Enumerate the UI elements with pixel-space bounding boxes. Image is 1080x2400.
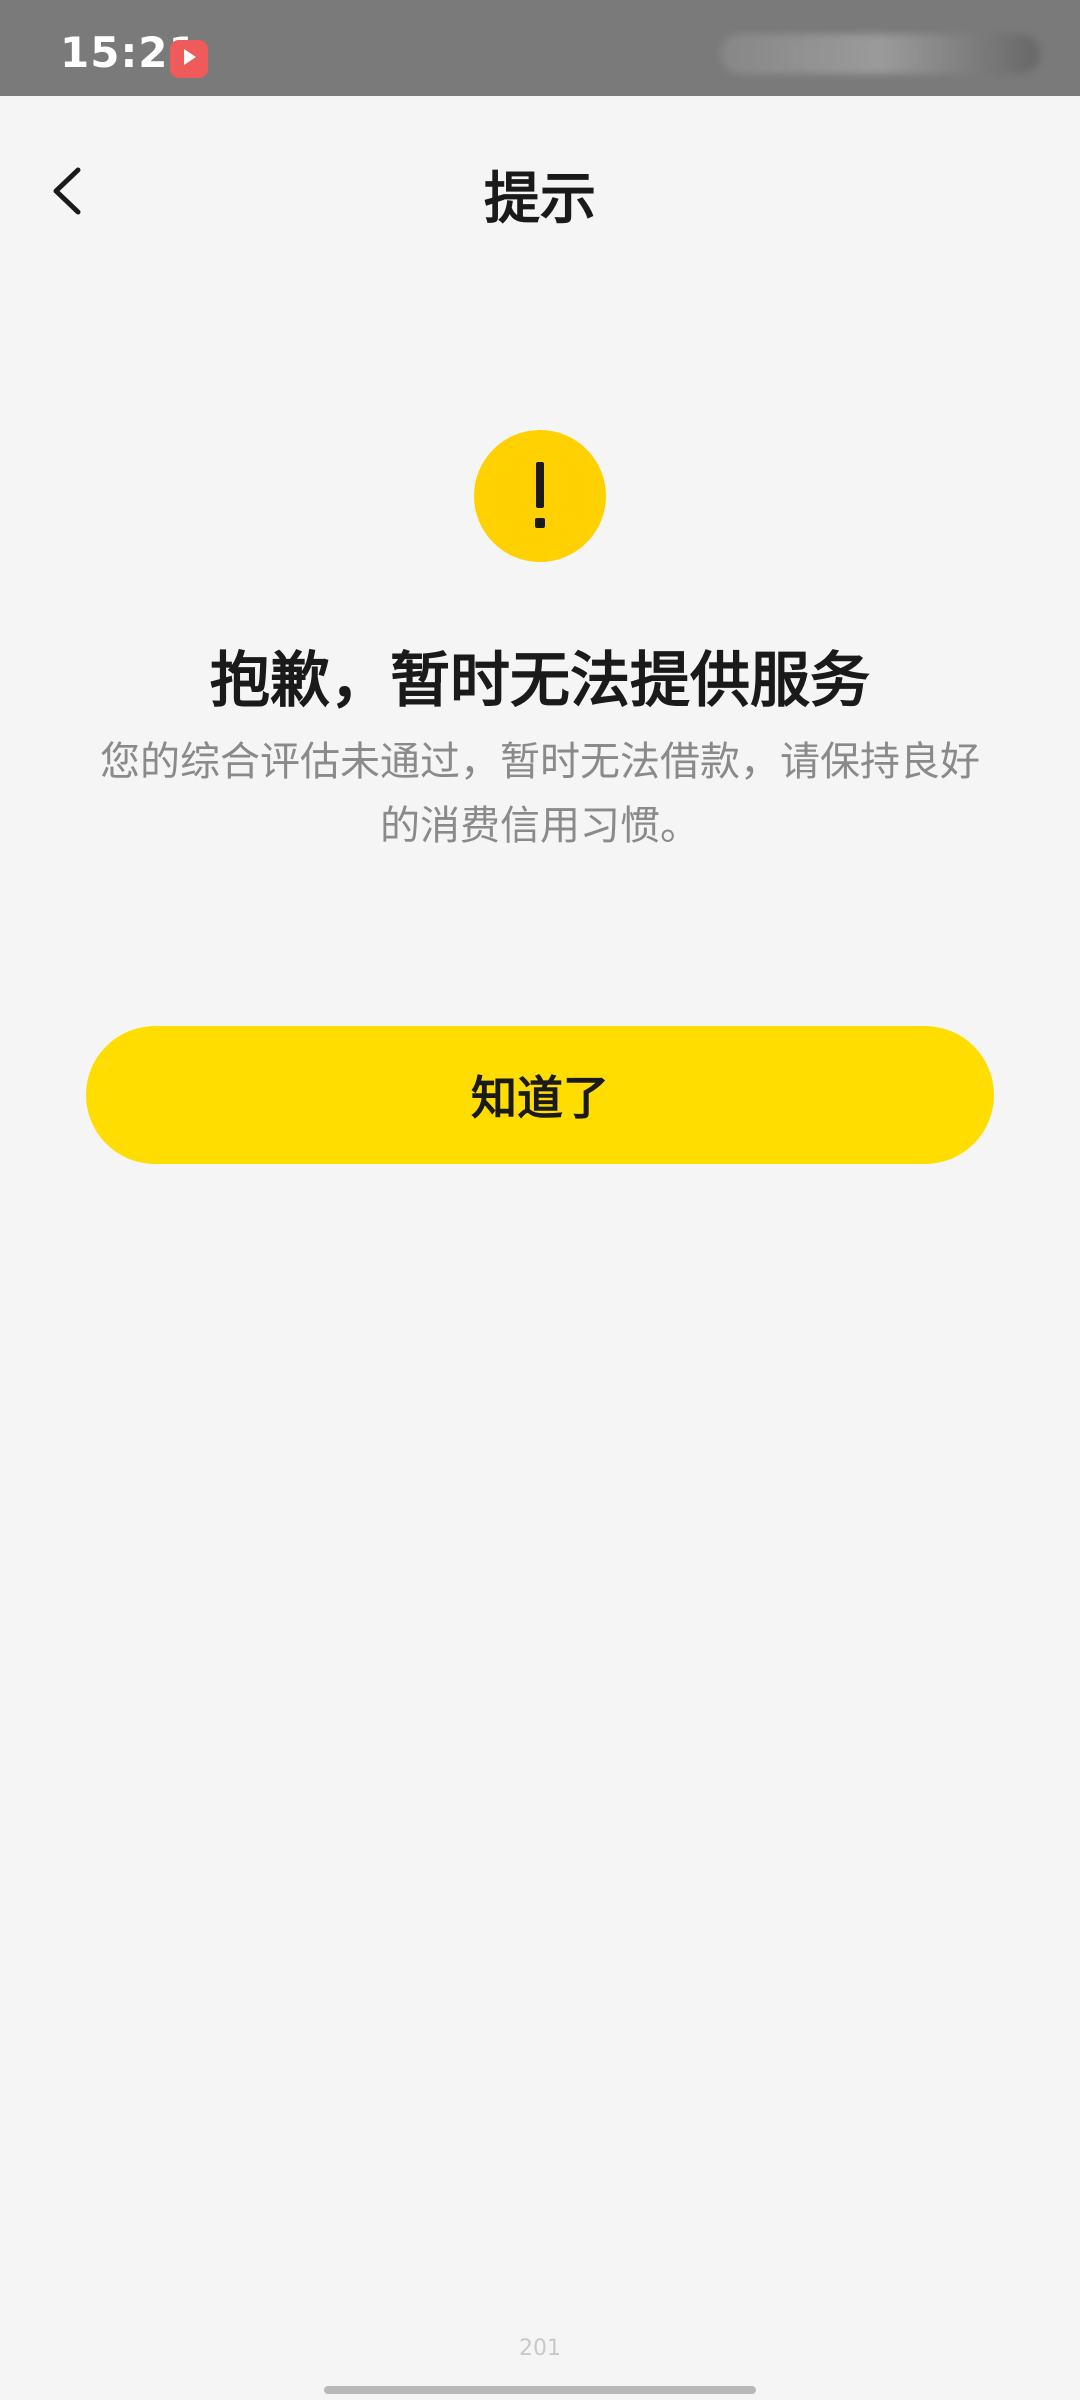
status-indicators [720,34,1040,74]
error-title: 抱歉，暂时无法提供服务 [210,646,870,716]
nav-bar: 提示 [0,96,1080,286]
page-title: 提示 [484,167,596,232]
status-bar: 15:21 [0,0,1080,96]
error-description: 您的综合评估未通过，暂时无法借款，请保持良好的消费信用习惯。 [100,739,980,849]
confirm-button[interactable]: 知道了 [86,1026,994,1164]
page-number: 201 [519,2336,561,2361]
exclamation-icon [474,430,606,562]
home-indicator[interactable] [324,2386,756,2394]
app-notification-icon [170,40,208,78]
